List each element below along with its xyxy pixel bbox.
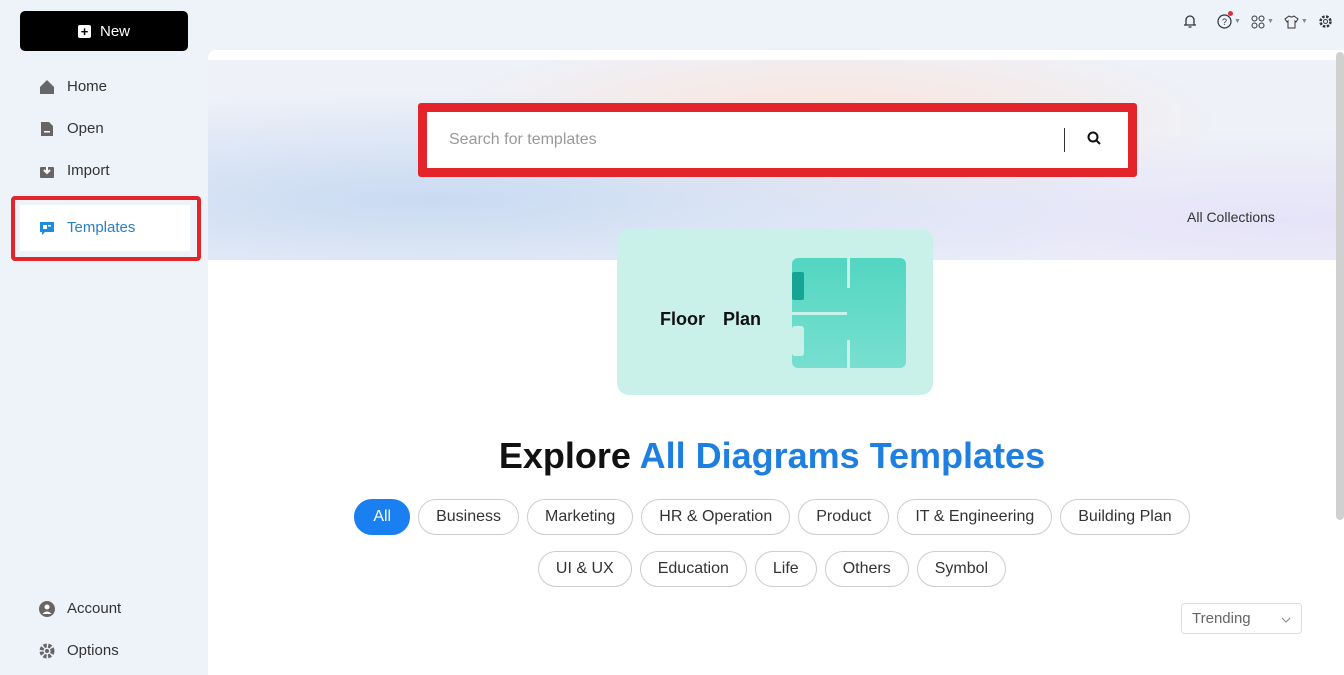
gear-icon <box>38 642 55 659</box>
page-title: Explore All Diagrams Templates <box>208 435 1336 477</box>
divider <box>1064 128 1065 152</box>
floor-plan-illustration <box>792 258 906 368</box>
category-chip[interactable]: Building Plan <box>1060 499 1190 535</box>
templates-icon <box>38 219 55 236</box>
search-icon <box>1087 131 1101 150</box>
sidebar-item-account[interactable]: Account <box>38 600 121 617</box>
search-button[interactable] <box>1079 126 1109 154</box>
category-chip[interactable]: Marketing <box>527 499 634 535</box>
category-chip[interactable]: HR & Operation <box>641 499 791 535</box>
bell-icon[interactable] <box>1183 14 1197 29</box>
sidebar-item-label: Open <box>67 120 104 137</box>
account-icon <box>38 600 55 617</box>
search-box <box>418 103 1137 177</box>
sidebar-item-label: Templates <box>67 219 136 236</box>
floor-plan-card[interactable]: Floor Plan <box>617 229 933 395</box>
chevron-down-icon <box>1281 610 1291 627</box>
new-button[interactable]: + New <box>20 11 188 51</box>
home-icon <box>38 78 55 95</box>
sidebar-item-open[interactable]: Open <box>38 120 104 137</box>
category-chip[interactable]: Symbol <box>916 551 1007 587</box>
file-icon <box>38 120 55 137</box>
title-part: Explore <box>498 435 640 476</box>
theme-icon[interactable]: ▼ <box>1284 14 1308 29</box>
sidebar-item-label: Home <box>67 78 108 95</box>
category-filters: All Business Marketing HR & Operation Produc… <box>322 499 1222 587</box>
all-collections-link[interactable]: All Collections <box>1187 209 1275 225</box>
svg-text:?: ? <box>1222 17 1227 27</box>
category-chip[interactable]: Life <box>754 551 817 587</box>
settings-icon[interactable] <box>1318 14 1333 29</box>
main-content: All Collections Floor Plan Explore All D… <box>208 50 1344 675</box>
category-chip[interactable]: Product <box>798 499 890 535</box>
sidebar-item-home[interactable]: Home <box>38 78 107 95</box>
import-icon <box>38 162 55 179</box>
sidebar-item-label: Account <box>67 600 122 617</box>
search-input[interactable] <box>427 112 1057 168</box>
sidebar-item-options[interactable]: Options <box>38 642 119 659</box>
scrollbar[interactable] <box>1336 52 1344 520</box>
new-label: New <box>99 22 130 40</box>
card-label: Floor Plan <box>660 309 762 329</box>
title-highlight: All Diagrams Templates <box>639 435 1046 476</box>
sidebar: + New Home Open Import Templates Account … <box>0 0 208 675</box>
sidebar-item-templates[interactable]: Templates <box>38 219 135 236</box>
top-toolbar: ? ▼ ▼ ▼ <box>1183 11 1344 29</box>
sidebar-item-label: Options <box>67 642 119 659</box>
plus-icon: + <box>77 24 91 38</box>
category-chip[interactable]: IT & Engineering <box>897 499 1053 535</box>
sidebar-item-import[interactable]: Import <box>38 162 110 179</box>
sidebar-item-label: Import <box>67 162 110 179</box>
category-chip[interactable]: Education <box>639 551 747 587</box>
help-icon[interactable]: ? ▼ <box>1217 11 1241 29</box>
category-chip[interactable]: All <box>354 499 411 535</box>
category-chip[interactable]: UI & UX <box>537 551 632 587</box>
sort-value: Trending <box>1192 610 1251 627</box>
category-chip[interactable]: Business <box>418 499 520 535</box>
sort-dropdown[interactable]: Trending <box>1181 603 1302 634</box>
category-chip[interactable]: Others <box>824 551 909 587</box>
apps-icon[interactable]: ▼ <box>1251 15 1274 29</box>
